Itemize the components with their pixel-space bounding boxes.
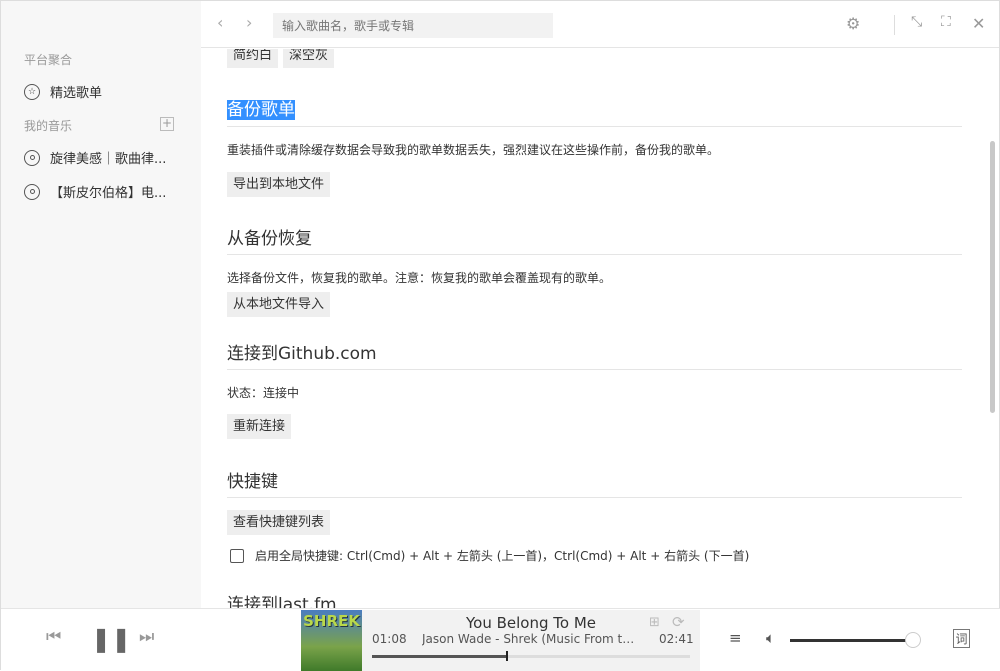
current-time: 01:08 <box>372 632 407 646</box>
sidebar-item-playlist[interactable]: 【斯皮尔伯格】电... <box>24 182 184 201</box>
track-artist: Jason Wade - Shrek (Music From th... <box>422 632 637 646</box>
volume-handle[interactable] <box>905 632 921 648</box>
section-label-platform: 平台聚合 <box>24 53 73 67</box>
disc-icon <box>24 183 40 200</box>
export-button[interactable]: 导出到本地文件 <box>227 172 331 197</box>
divider <box>227 497 962 498</box>
sidebar-item-label: 【斯皮尔伯格】电... <box>50 186 167 201</box>
pause-icon[interactable]: ❚❚ <box>91 625 131 653</box>
add-to-playlist-icon[interactable]: ⊞ <box>649 615 660 630</box>
disc-icon <box>24 149 40 166</box>
sidebar: 平台聚合 ☆ 精选歌单 我的音乐 + 旋律美感｜歌曲律... 【斯皮尔伯格】电.… <box>1 1 201 608</box>
sidebar-item-playlist[interactable]: 旋律美感｜歌曲律... <box>24 148 184 167</box>
player-bar: ⏮ ❚❚ ⏭ SHREK You Belong To Me ⊞ ⟳ 01:08 … <box>1 608 1000 671</box>
github-title: 连接到Github.com <box>227 344 377 364</box>
add-playlist-button[interactable]: + <box>160 117 174 131</box>
lyrics-button[interactable]: 词 <box>953 629 970 648</box>
sidebar-item-label: 旋律美感｜歌曲律... <box>50 152 167 167</box>
now-playing: You Belong To Me ⊞ ⟳ 01:08 Jason Wade - … <box>362 610 700 671</box>
playlist-icon[interactable]: ≡ <box>729 629 742 647</box>
search-input[interactable] <box>273 13 553 38</box>
github-status: 状态：连接中 <box>227 386 300 400</box>
reconnect-button[interactable]: 重新连接 <box>227 414 292 439</box>
fullscreen-icon[interactable]: ⛶ <box>941 14 951 30</box>
backup-title: 备份歌单 <box>227 100 295 120</box>
sidebar-item-featured[interactable]: ☆ 精选歌单 <box>24 82 184 101</box>
total-time: 02:41 <box>659 632 694 646</box>
settings-gear-icon[interactable]: ⚙ <box>846 14 860 33</box>
minimize-icon[interactable]: ⤡ <box>911 14 922 30</box>
divider <box>227 126 962 127</box>
next-icon[interactable]: ⏭ <box>139 627 154 647</box>
previous-icon[interactable]: ⏮ <box>46 627 61 647</box>
theme-white-button[interactable]: 简约白 <box>227 49 279 68</box>
global-shortcut-label: 启用全局快捷键: Ctrl(Cmd) + Alt + 左箭头 (上一首)，Ctr… <box>255 549 750 563</box>
section-label-my-music: 我的音乐 <box>24 119 73 133</box>
settings-content: 简约白 深空灰 备份歌单 重装插件或清除缓存数据会导致我的歌单数据丢失，强烈建议… <box>227 49 962 608</box>
shortcuts-title: 快捷键 <box>227 472 278 492</box>
backup-desc: 重装插件或清除缓存数据会导致我的歌单数据丢失，强烈建议在这些操作前，备份我的歌单… <box>227 143 720 157</box>
loop-icon[interactable]: ⟳ <box>672 613 685 631</box>
view-shortcuts-button[interactable]: 查看快捷键列表 <box>227 510 331 535</box>
close-icon[interactable]: ✕ <box>972 14 985 33</box>
progress-bar[interactable] <box>372 651 690 661</box>
lastfm-title: 连接到last.fm <box>227 595 337 608</box>
scrollbar[interactable] <box>990 141 995 413</box>
global-shortcut-checkbox[interactable] <box>230 549 244 563</box>
progress-handle[interactable] <box>505 651 508 661</box>
divider <box>227 254 962 255</box>
divider <box>227 369 962 370</box>
volume-icon[interactable]: 🔈︎ <box>766 629 775 647</box>
restore-desc: 选择备份文件，恢复我的歌单。注意：恢复我的歌单会覆盖现有的歌单。 <box>227 271 612 285</box>
restore-title: 从备份恢复 <box>227 229 312 249</box>
star-icon: ☆ <box>24 83 40 100</box>
back-button[interactable]: ‹ <box>217 13 223 32</box>
forward-button[interactable]: › <box>246 13 252 32</box>
import-button[interactable]: 从本地文件导入 <box>227 292 331 317</box>
sidebar-item-label: 精选歌单 <box>50 86 103 101</box>
volume-slider[interactable] <box>790 632 921 648</box>
theme-gray-button[interactable]: 深空灰 <box>283 49 335 68</box>
divider <box>894 15 895 35</box>
album-cover[interactable]: SHREK <box>301 610 362 671</box>
header: ‹ › ⚙ ⤡ ⛶ ✕ <box>201 1 999 48</box>
